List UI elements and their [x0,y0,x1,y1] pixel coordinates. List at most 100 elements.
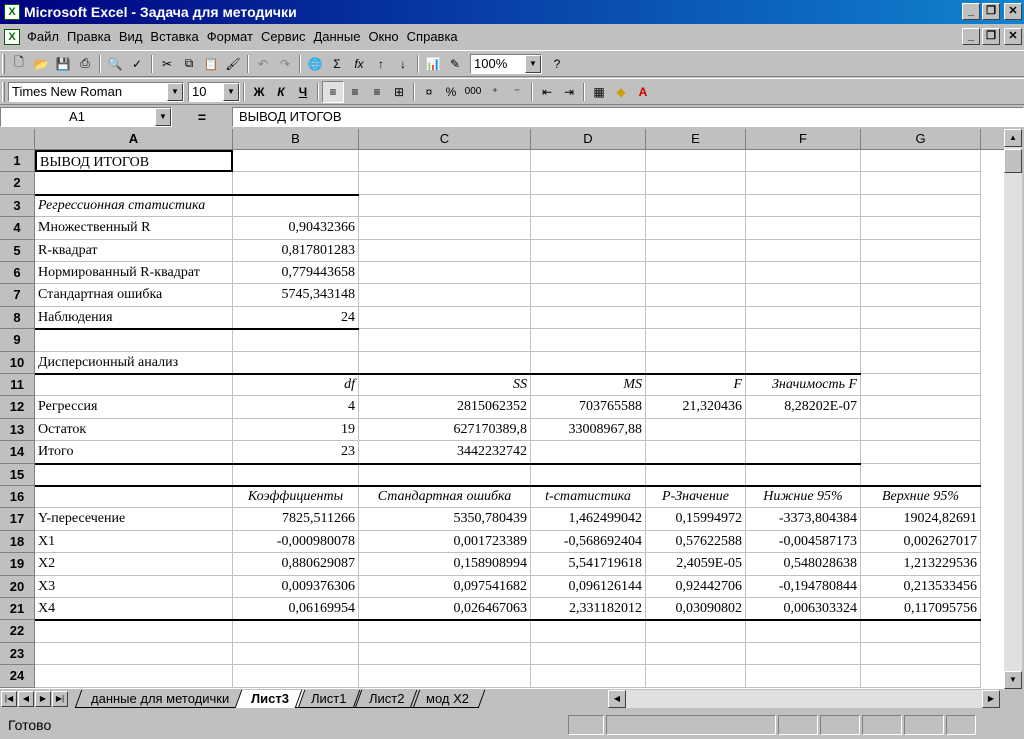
cell-g24[interactable] [861,665,981,688]
cell-d7[interactable] [531,284,646,307]
cell-e12[interactable]: 21,320436 [646,396,746,419]
cell-e3[interactable] [646,194,746,218]
cell-a11[interactable] [35,374,233,397]
cell-f12[interactable]: 8,28202E-07 [746,396,861,419]
cell-d13[interactable]: 33008967,88 [531,418,646,442]
cell-g11[interactable] [861,374,981,397]
row-header-24[interactable]: 24 [0,665,35,688]
cell-e14[interactable] [646,441,746,464]
cell-g22[interactable] [861,620,981,643]
cell-a21[interactable]: X4 [35,598,233,621]
fill-color-icon[interactable]: ◆ [610,81,632,103]
cell-g21[interactable]: 0,117095756 [861,598,981,621]
cell-c13[interactable]: 627170389,8 [359,418,531,442]
cell-f17[interactable]: -3373,804384 [746,508,861,531]
cell-b10[interactable] [233,351,359,374]
cell-e4[interactable] [646,217,746,240]
cell-c18[interactable]: 0,001723389 [359,530,531,554]
cell-c4[interactable] [359,217,531,240]
cell-b16[interactable]: Коэффициенты [233,486,359,509]
cell-b20[interactable]: 0,009376306 [233,575,359,598]
cell-d18[interactable]: -0,568692404 [531,530,646,554]
sort-asc-icon[interactable]: ↑ [370,53,392,75]
horizontal-scrollbar[interactable]: ◀ ▶ [608,690,1000,708]
cell-g23[interactable] [861,642,981,666]
decrease-decimal-icon[interactable]: ⁻ [506,81,528,103]
indent-icon[interactable]: ⇥ [558,81,580,103]
menu-window[interactable]: Окно [364,27,402,47]
cell-d15[interactable] [531,463,646,486]
cell-b13[interactable]: 19 [233,418,359,442]
column-header-e[interactable]: E [646,129,746,150]
cell-f4[interactable] [746,217,861,240]
workbook-icon[interactable]: X [4,29,20,45]
cell-d14[interactable] [531,441,646,464]
cell-d3[interactable] [531,194,646,218]
menu-data[interactable]: Данные [309,27,364,47]
cell-f16[interactable]: Нижние 95% [746,486,861,509]
cell-f14[interactable] [746,441,861,464]
sheet-tab[interactable]: данные для методички [74,690,246,708]
column-header-partial[interactable] [981,129,1004,150]
row-header-6[interactable]: 6 [0,262,35,285]
increase-decimal-icon[interactable]: ⁺ [484,81,506,103]
cell-b17[interactable]: 7825,511266 [233,508,359,531]
cell-d21[interactable]: 2,331182012 [531,598,646,621]
cell-f9[interactable] [746,329,861,352]
cell-b14[interactable]: 23 [233,441,359,464]
cell-a3[interactable]: Регрессионная статистика [35,194,233,218]
doc-close-button[interactable]: ✕ [1004,28,1022,45]
function-icon[interactable]: fx [348,53,370,75]
scroll-left-icon[interactable]: ◀ [608,690,626,708]
cell-b15[interactable] [233,463,359,486]
chevron-down-icon[interactable]: ▼ [167,82,183,101]
cell-g8[interactable] [861,306,981,330]
cell-e15[interactable] [646,463,746,486]
cell-a10[interactable]: Дисперсионный анализ [35,351,233,374]
cell-f18[interactable]: -0,004587173 [746,530,861,554]
column-header-g[interactable]: G [861,129,981,150]
cell-c5[interactable] [359,239,531,262]
doc-restore-button[interactable]: ❐ [982,28,1000,45]
font-color-icon[interactable]: A [632,81,654,103]
menu-format[interactable]: Формат [203,27,257,47]
cell-f7[interactable] [746,284,861,307]
cell-b19[interactable]: 0,880629087 [233,553,359,576]
column-header-a[interactable]: A [35,129,233,150]
select-all-corner[interactable] [0,129,35,150]
merge-center-icon[interactable]: ⊞ [388,81,410,103]
row-header-21[interactable]: 21 [0,598,35,621]
cell-b9[interactable] [233,329,359,352]
cell-f20[interactable]: -0,194780844 [746,575,861,598]
formula-input[interactable]: ВЫВОД ИТОГОВ [232,107,1024,127]
row-header-7[interactable]: 7 [0,284,35,307]
cell-f22[interactable] [746,620,861,643]
cell-e18[interactable]: 0,57622588 [646,530,746,554]
cell-e22[interactable] [646,620,746,643]
cell-b18[interactable]: -0,000980078 [233,530,359,554]
cell-f19[interactable]: 0,548028638 [746,553,861,576]
column-header-c[interactable]: C [359,129,531,150]
open-icon[interactable]: 📂 [30,53,52,75]
row-header-22[interactable]: 22 [0,620,35,643]
cell-g15[interactable] [861,463,981,486]
cell-f3[interactable] [746,194,861,218]
cell-g7[interactable] [861,284,981,307]
scroll-down-icon[interactable]: ▼ [1004,671,1022,689]
last-sheet-icon[interactable]: ▶| [52,691,68,707]
cell-c21[interactable]: 0,026467063 [359,598,531,621]
cell-a1[interactable]: ВЫВОД ИТОГОВ [35,150,233,173]
cell-b8[interactable]: 24 [233,306,359,330]
outdent-icon[interactable]: ⇤ [536,81,558,103]
menu-file[interactable]: Файл [23,27,63,47]
cell-b4[interactable]: 0,90432366 [233,217,359,240]
cell-c3[interactable] [359,194,531,218]
cell-d1[interactable] [531,150,646,173]
redo-icon[interactable]: ↷ [274,53,296,75]
next-sheet-icon[interactable]: ▶ [35,691,51,707]
cell-d16[interactable]: t-статистика [531,486,646,509]
cell-e21[interactable]: 0,03090802 [646,598,746,621]
row-header-10[interactable]: 10 [0,351,35,374]
row-header-23[interactable]: 23 [0,642,35,666]
row-header-4[interactable]: 4 [0,217,35,240]
